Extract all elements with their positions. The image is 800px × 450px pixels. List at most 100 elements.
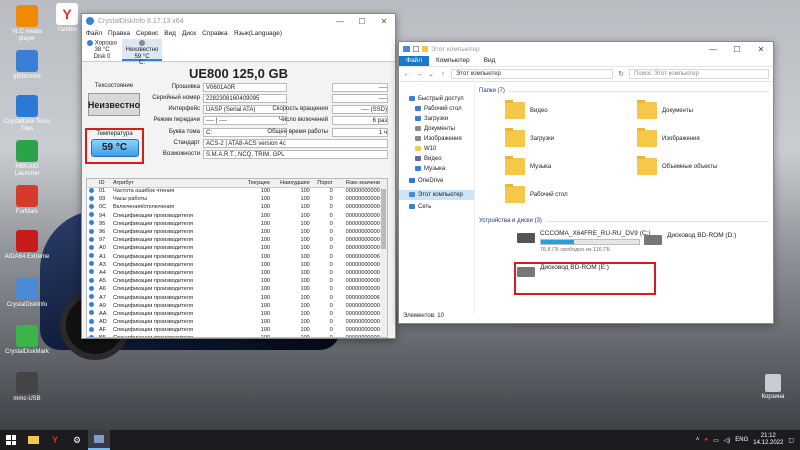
drive-tab-disk0[interactable]: Хорошо 38 °C Disk 0 xyxy=(82,39,122,61)
desktop-icon[interactable]: AIDA64 Extreme xyxy=(4,230,50,261)
table-header-attribute[interactable]: Атрибут xyxy=(113,179,243,188)
nav-item[interactable]: Музыка xyxy=(399,164,474,174)
taskbar-settings[interactable]: ⚙ xyxy=(66,430,88,450)
folder-item[interactable]: Документы xyxy=(637,100,693,119)
forward-arrow-icon[interactable]: → xyxy=(415,71,423,78)
network-icon[interactable]: ▭ xyxy=(713,437,719,444)
desktop-icon[interactable]: CrystalDiskInfo xyxy=(4,278,50,309)
tray-app-icon[interactable]: ● xyxy=(704,437,708,443)
table-row[interactable]: 95 Спецификации производителя 100 100 0 00000… xyxy=(87,220,387,228)
nav-item[interactable]: Сеть xyxy=(399,202,474,212)
cdi-close-button[interactable]: ✕ xyxy=(373,17,395,26)
explorer-close-button[interactable]: ✕ xyxy=(749,45,773,54)
drive-c[interactable]: CCCOMA_X64FRE_RU-RU_DV9 (C:) 76,8 ГБ сво… xyxy=(517,230,651,253)
taskbar-yandex[interactable]: Y xyxy=(44,430,66,450)
table-row[interactable]: 94 Спецификации производителя 100 100 0 00000… xyxy=(87,212,387,220)
nav-item[interactable]: Видео xyxy=(399,154,474,164)
table-row[interactable]: A7 Спецификации производителя 100 100 0 00000… xyxy=(87,293,387,301)
desktop-icon[interactable]: mmc-USB xyxy=(4,372,50,403)
desktop-icon[interactable]: CrystalDiskMark xyxy=(4,325,50,356)
table-row[interactable]: A1 Спецификации производителя 100 100 0 00000… xyxy=(87,253,387,261)
folder-item[interactable]: Изображения xyxy=(637,128,700,147)
table-header-worst[interactable]: Наихудшее xyxy=(274,179,314,188)
desktop-icon[interactable]: qBittorrent xyxy=(4,50,50,81)
nav-item[interactable]: Рабочий стол xyxy=(399,104,474,114)
recent-dropdown-icon[interactable]: ⌄ xyxy=(427,70,435,78)
new-folder-icon[interactable] xyxy=(422,46,428,52)
table-header-id[interactable]: ID xyxy=(99,179,113,188)
notifications-icon[interactable]: ▢ xyxy=(788,437,794,444)
nav-item[interactable]: Загрузки xyxy=(399,114,474,124)
nav-item[interactable]: Этот компьютер xyxy=(399,190,474,200)
folder-item[interactable]: Видео xyxy=(505,100,548,119)
explorer-minimize-button[interactable]: — xyxy=(701,45,725,54)
menu-view[interactable]: Вид xyxy=(164,30,176,37)
attribute-name: Спецификации производителя xyxy=(113,212,193,219)
folder-item[interactable]: Рабочий стол xyxy=(505,184,568,203)
clock[interactable]: 21:12 14.12.2022 xyxy=(753,433,783,447)
table-row[interactable]: A0 Спецификации производителя 100 100 0 00000… xyxy=(87,244,387,252)
nav-item[interactable]: Изображения xyxy=(399,134,474,144)
properties-icon[interactable] xyxy=(413,46,419,52)
devices-group-header[interactable]: Устройства и диски (3) xyxy=(479,216,769,226)
table-header-current[interactable]: Текущее xyxy=(243,179,275,188)
ribbon-tab-view[interactable]: Вид xyxy=(477,56,503,66)
drive-d[interactable]: Дисковод BD-ROM (D:) xyxy=(644,232,736,245)
table-header-threshold[interactable]: Порог xyxy=(313,179,337,188)
menu-service[interactable]: Сервис xyxy=(136,30,158,37)
table-row[interactable]: B5Спецификации производителя100100000000… xyxy=(87,334,387,337)
cdi-maximize-button[interactable]: ☐ xyxy=(351,17,373,26)
table-row[interactable]: AF Спецификации производителя 100 100 0 00000… xyxy=(87,326,387,334)
table-row[interactable]: A3 Спецификации производителя 100 100 0 00000… xyxy=(87,261,387,269)
scrollbar-thumb[interactable] xyxy=(381,189,386,249)
table-scrollbar[interactable] xyxy=(380,179,387,337)
table-row[interactable]: 01 Частота ошибок чтения 100 100 0 0000000000… xyxy=(87,187,387,195)
drive-tab-c[interactable]: Неизвестно 59 °C C: xyxy=(122,39,162,66)
desktop-icon-recycle-bin[interactable]: Корзина xyxy=(755,374,791,400)
menu-help[interactable]: Справка xyxy=(202,30,228,37)
nav-item[interactable]: W10 xyxy=(399,144,474,154)
table-row[interactable]: 96 Спецификации производителя 100 100 0 00000… xyxy=(87,228,387,236)
table-row[interactable]: 0C Включения/отключения 100 100 0 00000000000… xyxy=(87,203,387,211)
menu-language[interactable]: Язык(Language) xyxy=(234,30,282,37)
taskbar-crystaldiskinfo[interactable] xyxy=(88,430,110,450)
cdi-titlebar[interactable]: CrystalDiskInfo 8.17.13 x64 — ☐ ✕ xyxy=(82,14,395,28)
folders-group-header[interactable]: Папки (7) xyxy=(479,86,769,96)
desktop-icon[interactable]: CrystalDisk Tools Tiles xyxy=(4,95,50,133)
folder-item[interactable]: Музыка xyxy=(505,156,551,175)
crystaldiskinfo-window: CrystalDiskInfo 8.17.13 x64 — ☐ ✕ Файл П… xyxy=(81,13,396,339)
table-row[interactable]: A6 Спецификации производителя 100 100 0 00000… xyxy=(87,285,387,293)
back-arrow-icon[interactable]: ← xyxy=(403,71,411,78)
explorer-maximize-button[interactable]: ☐ xyxy=(725,45,749,54)
start-button[interactable] xyxy=(0,430,22,450)
table-row[interactable]: AD Спецификации производителя 100 100 0 00000… xyxy=(87,318,387,326)
taskbar-explorer[interactable] xyxy=(22,430,44,450)
ribbon-tab-file[interactable]: Файл xyxy=(399,56,429,66)
menu-disk[interactable]: Диск xyxy=(182,30,196,37)
chevron-up-icon[interactable]: ˄ xyxy=(696,437,700,443)
menu-file[interactable]: Файл xyxy=(86,30,102,37)
cdi-minimize-button[interactable]: — xyxy=(329,17,351,26)
volume-icon[interactable]: ◁) xyxy=(724,437,731,444)
explorer-titlebar[interactable]: Этот компьютер — ☐ ✕ xyxy=(399,42,773,56)
table-row[interactable]: A9 Спецификации производителя 100 100 0 00000… xyxy=(87,302,387,310)
table-row[interactable]: AA Спецификации производителя 100 100 0 00000… xyxy=(87,310,387,318)
nav-item[interactable]: Документы xyxy=(399,124,474,134)
desktop-icon[interactable]: HWI AIO Launcher xyxy=(4,140,50,178)
refresh-icon[interactable]: ↻ xyxy=(617,70,625,78)
language-indicator[interactable]: ENG xyxy=(735,437,748,443)
table-row[interactable]: 97 Спецификации производителя 100 100 0 00000… xyxy=(87,236,387,244)
desktop-icon[interactable]: FurMark xyxy=(4,185,50,216)
nav-item[interactable]: Быстрый доступ xyxy=(399,94,474,104)
address-input[interactable]: Этот компьютер xyxy=(451,69,613,79)
table-row[interactable]: A5 Спецификации производителя 100 100 0 00000… xyxy=(87,277,387,285)
table-row[interactable]: A4 Спецификации производителя 100 100 0 00000… xyxy=(87,269,387,277)
ribbon-tab-computer[interactable]: Компьютер xyxy=(429,56,477,66)
folder-item[interactable]: Объемные объекты xyxy=(637,156,717,175)
folder-item[interactable]: Загрузки xyxy=(505,128,554,147)
search-input[interactable]: Поиск: Этот компьютер xyxy=(629,69,769,79)
nav-item[interactable]: OneDrive xyxy=(399,176,474,186)
table-row[interactable]: 09 Часы работы 100 100 0 000000000001 xyxy=(87,195,387,203)
up-arrow-icon[interactable]: ↑ xyxy=(439,71,447,78)
menu-edit[interactable]: Правка xyxy=(108,30,130,37)
